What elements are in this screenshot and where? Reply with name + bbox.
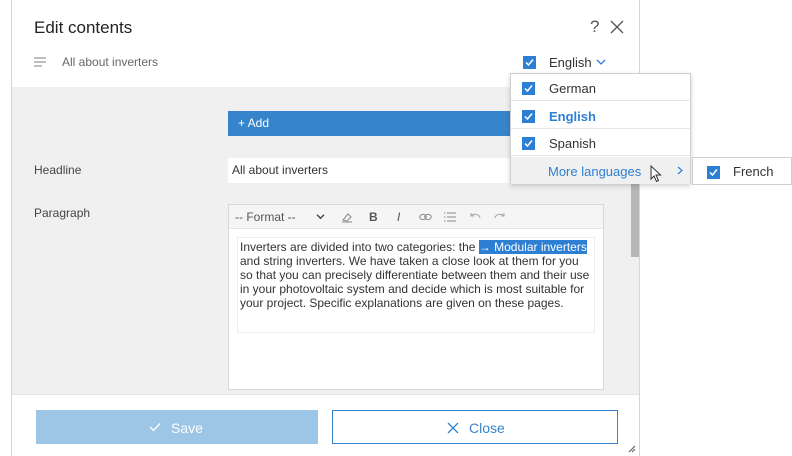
close-icon [447, 422, 459, 434]
eraser-icon[interactable] [341, 211, 353, 223]
scrollbar-thumb[interactable] [631, 184, 639, 257]
redo-icon[interactable] [494, 212, 506, 222]
more-languages-item[interactable]: More languages [511, 157, 690, 184]
save-button[interactable]: Save [36, 410, 318, 444]
headline-label: Headline [34, 163, 82, 177]
language-option-german[interactable]: German [511, 74, 690, 101]
language-option-spanish[interactable]: Spanish [511, 129, 690, 156]
check-icon [149, 423, 161, 432]
check-icon [524, 140, 533, 148]
close-button[interactable]: Close [332, 410, 618, 444]
language-dropdown: German English Spanish More languages [510, 73, 691, 184]
check-icon [709, 169, 718, 177]
chevron-down-icon[interactable] [596, 58, 606, 66]
check-icon [525, 59, 534, 67]
format-select[interactable]: -- Format -- [235, 210, 296, 224]
language-option-english[interactable]: English [511, 102, 690, 129]
language-checkbox[interactable] [522, 82, 535, 95]
help-button[interactable]: ? [590, 17, 599, 37]
save-button-label: Save [171, 420, 203, 436]
language-option-label: English [549, 109, 596, 124]
language-selector[interactable]: English [549, 55, 592, 70]
language-option-label: Spanish [549, 136, 596, 151]
resize-handle-icon[interactable] [626, 443, 636, 453]
more-languages-submenu: French [692, 157, 792, 185]
editor-toolbar: -- Format -- B I [229, 205, 603, 229]
language-checkbox[interactable] [522, 137, 535, 150]
breadcrumb: All about inverters [62, 55, 159, 69]
add-button[interactable]: + Add [228, 111, 510, 136]
lines-icon [34, 57, 46, 67]
bold-button[interactable]: B [369, 210, 378, 224]
list-icon[interactable] [444, 212, 456, 222]
check-icon [524, 113, 533, 121]
chevron-right-icon [677, 166, 683, 175]
language-option-french[interactable]: French [733, 164, 773, 179]
more-languages-label: More languages [548, 164, 642, 179]
chevron-down-icon[interactable] [316, 213, 325, 220]
language-checkbox[interactable] [523, 56, 536, 69]
edit-contents-modal: Edit contents ? All about inverters Engl… [11, 0, 640, 456]
modal-title: Edit contents [34, 18, 133, 37]
close-button-label: Close [469, 420, 505, 436]
add-button-label: + Add [238, 116, 270, 130]
mouse-cursor-icon [650, 165, 662, 183]
check-icon [524, 85, 533, 93]
language-checkbox[interactable] [522, 110, 535, 123]
paragraph-label: Paragraph [34, 206, 91, 220]
modal-footer: Save Close [12, 394, 639, 456]
rich-text-editor[interactable]: -- Format -- B I Inverters are divided i… [228, 204, 604, 390]
editor-content[interactable]: Inverters are divided into two categorie… [237, 237, 595, 333]
link-icon[interactable] [419, 212, 432, 222]
italic-button[interactable]: I [397, 210, 400, 224]
close-icon[interactable] [609, 19, 625, 35]
headline-input[interactable]: All about inverters [228, 158, 510, 183]
language-option-label: German [549, 81, 596, 96]
undo-icon[interactable] [469, 212, 481, 222]
selected-link-text[interactable]: → Modular inverters [478, 240, 587, 254]
language-checkbox[interactable] [707, 166, 720, 179]
